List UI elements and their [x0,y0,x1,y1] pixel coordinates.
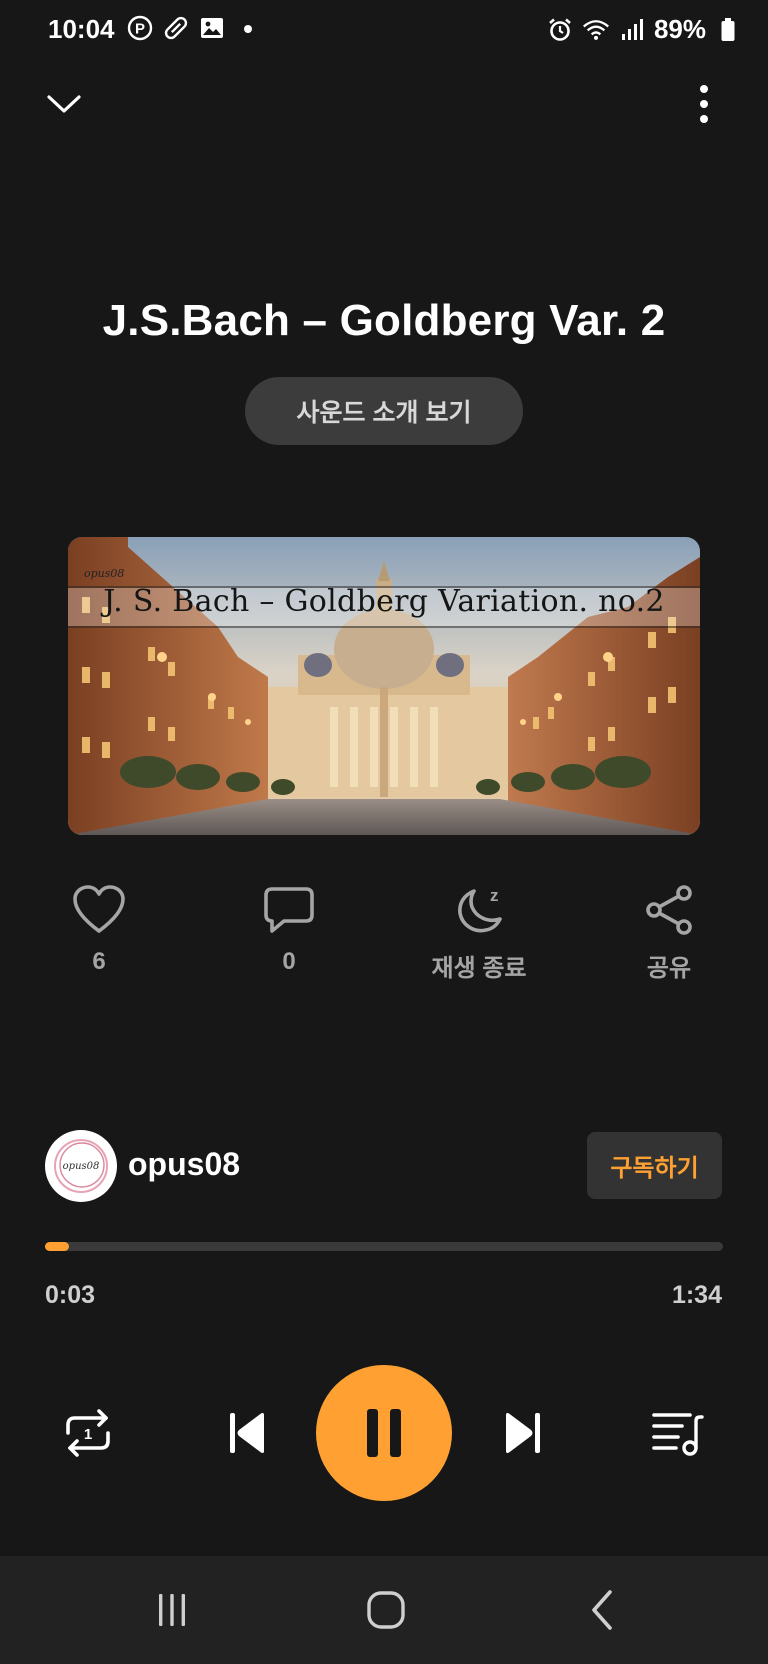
status-left-icons: P [126,14,262,42]
subscribe-button[interactable]: 구독하기 [587,1132,722,1199]
battery-icon [714,16,742,44]
time-current: 0:03 [45,1281,96,1309]
collapse-player-button[interactable] [44,84,84,124]
artwork-tag: opus08 [84,567,125,580]
actions-row: 6 0 z 재생 종료 공유 [0,880,768,990]
more-vertical-icon [700,85,708,123]
progress-bar[interactable] [45,1242,723,1251]
comment-count: 0 [282,948,296,975]
progress-fill [45,1242,69,1251]
skip-next-icon [506,1413,540,1453]
status-right-icons: 89% [546,14,742,45]
share-label: 공유 [646,955,692,982]
recent-apps-button[interactable] [142,1584,202,1636]
chevron-down-icon [47,95,81,113]
sound-intro-button[interactable]: 사운드 소개 보기 [245,377,523,445]
status-bar: 10:04 P 89% [0,0,768,60]
svg-text:P: P [135,21,145,38]
more-options-button[interactable] [688,80,720,128]
signal-icon [618,16,646,44]
repeat-one-icon: 1 [66,1409,110,1457]
svg-text:1: 1 [84,1426,92,1443]
heart-icon [69,880,129,940]
home-button[interactable] [356,1584,416,1636]
previous-track-button[interactable] [216,1400,276,1466]
gallery-icon [198,14,226,42]
status-time: 10:04 [48,14,115,44]
sleep-timer-button[interactable]: z 재생 종료 [404,880,554,983]
back-button[interactable] [572,1584,632,1636]
time-total: 1:34 [671,1281,722,1309]
svg-text:z: z [490,886,499,905]
repeat-button[interactable]: 1 [56,1398,120,1468]
album-artwork: opus08 J. S. Bach – Goldberg Variation. … [68,537,700,835]
like-count: 6 [92,948,106,975]
parking-icon: P [126,14,154,42]
pill-icon [162,14,190,42]
skip-previous-icon [230,1413,264,1453]
playlist-button[interactable] [646,1398,710,1468]
moon-icon: z [449,880,509,940]
artwork-image [68,537,700,835]
like-button[interactable]: 6 [24,880,174,976]
artwork-caption: J. S. Bach – Goldberg Variation. no.2 [103,584,665,619]
track-title: J.S.Bach – Goldberg Var. 2 [102,296,666,345]
pause-button[interactable] [316,1365,452,1501]
wifi-icon [582,16,610,44]
pause-icon [367,1409,401,1457]
channel-avatar[interactable]: opus08 [45,1130,117,1202]
alarm-icon [546,16,574,44]
avatar-text: opus08 [62,1160,100,1172]
comment-icon [259,880,319,940]
share-icon [639,880,699,940]
sleep-timer-label: 재생 종료 [431,955,527,982]
next-track-button[interactable] [494,1400,554,1466]
channel-name[interactable]: opus08 [128,1146,240,1183]
comment-button[interactable]: 0 [214,880,364,976]
battery-percent: 89% [653,14,706,44]
system-navigation-bar [0,1556,768,1664]
back-chevron-icon [592,1590,612,1630]
music-player-screen: 10:04 P 89% J.S.Bach – Goldberg Var. 2 사… [0,0,768,1664]
share-button[interactable]: 공유 [594,880,744,983]
recent-apps-icon [159,1594,185,1626]
home-icon [367,1591,405,1629]
playlist-icon [652,1413,704,1456]
dot-icon [234,14,262,42]
